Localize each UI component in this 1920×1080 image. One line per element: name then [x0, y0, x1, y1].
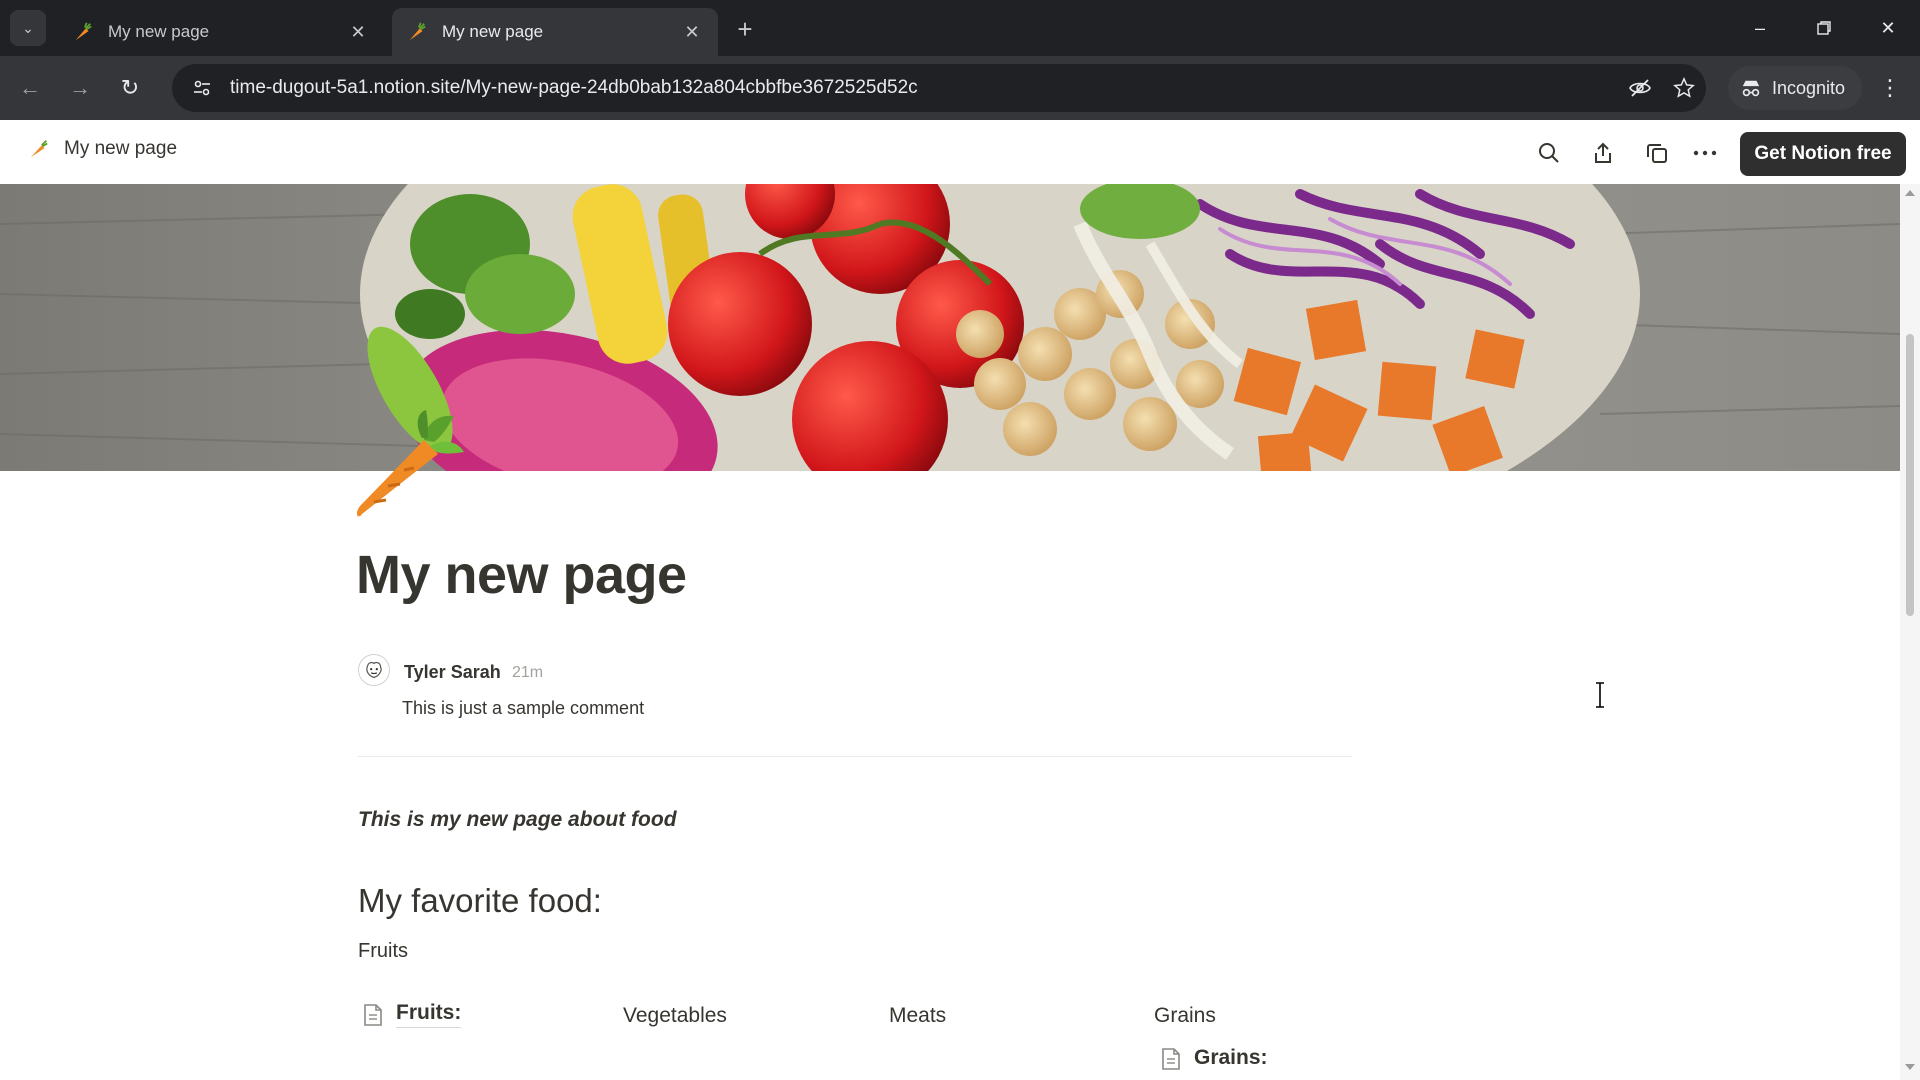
comments-divider — [358, 756, 1352, 757]
text-cursor-icon — [1596, 682, 1604, 708]
carrot-favicon-icon — [75, 22, 92, 41]
tab-title: My new page — [108, 22, 210, 41]
tab-title: My new page — [442, 22, 544, 41]
get-notion-free-button[interactable]: Get Notion free — [1740, 132, 1906, 176]
notion-topbar: My new page Get Notion free — [0, 120, 1920, 184]
close-window-button[interactable]: ✕ — [1864, 8, 1912, 48]
scroll-down-arrow-icon[interactable] — [1905, 1064, 1915, 1070]
url-text[interactable]: time-dugout-5a1.notion.site/My-new-page-… — [230, 77, 1618, 99]
minimize-button[interactable]: – — [1736, 8, 1784, 48]
forward-button[interactable]: → — [62, 70, 98, 106]
bookmark-button[interactable] — [1662, 77, 1706, 99]
breadcrumb[interactable]: My new page — [28, 138, 177, 160]
page-scrollbar[interactable] — [1900, 184, 1920, 1080]
restore-button[interactable] — [1800, 8, 1848, 48]
chevron-down-icon: ⌄ — [22, 19, 34, 36]
section-heading[interactable]: My favorite food: — [358, 882, 602, 920]
more-options-button[interactable] — [1688, 136, 1722, 170]
grains-text: Grains — [1154, 1004, 1216, 1027]
column-meats[interactable]: Meats — [889, 1004, 946, 1028]
browser-toolbar: ← → ↻ time-dugout-5a1.notion.site/My-new… — [0, 56, 1920, 120]
carrot-favicon-icon — [409, 22, 426, 41]
incognito-label: Incognito — [1772, 77, 1846, 98]
address-bar[interactable]: time-dugout-5a1.notion.site/My-new-page-… — [172, 64, 1706, 112]
close-tab-icon[interactable]: ✕ — [346, 20, 370, 44]
grains-link-label: Grains: — [1194, 1046, 1268, 1069]
paragraph-text[interactable]: Fruits — [358, 940, 408, 963]
grains-page-link[interactable]: Grains: — [1160, 1046, 1268, 1072]
search-button[interactable] — [1532, 136, 1566, 170]
duplicate-icon — [1647, 144, 1667, 163]
salad-cover-illustration — [0, 184, 1900, 471]
breadcrumb-title: My new page — [64, 138, 178, 159]
page-icon — [364, 1003, 382, 1026]
plus-icon: + — [737, 13, 753, 44]
site-info-button[interactable] — [182, 78, 222, 98]
search-icon — [1539, 143, 1559, 163]
comment-time: 21m — [512, 664, 544, 681]
eye-off-icon — [1629, 79, 1651, 97]
browser-tab-2[interactable]: My new page ✕ — [392, 8, 718, 56]
new-tab-button[interactable]: + — [730, 14, 760, 44]
column-grains[interactable]: Grains — [1154, 1004, 1216, 1028]
comment-body: This is just a sample comment — [402, 698, 645, 718]
more-vertical-icon: ⋮ — [1879, 75, 1901, 100]
scroll-up-arrow-icon[interactable] — [1905, 190, 1915, 196]
comment-author: Tyler Sarah — [404, 662, 501, 682]
browser-tab-1[interactable]: My new page ✕ — [58, 8, 384, 56]
minimize-icon: – — [1754, 17, 1765, 38]
star-icon — [1673, 77, 1695, 98]
avatar — [358, 654, 390, 686]
column-vegetables[interactable]: Vegetables — [623, 1004, 727, 1028]
intro-text[interactable]: This is my new page about food — [358, 808, 677, 832]
duplicate-button[interactable] — [1640, 136, 1674, 170]
back-button[interactable]: ← — [12, 70, 48, 106]
page-cover-image — [0, 184, 1900, 471]
carrot-page-icon[interactable] — [354, 410, 464, 522]
carrot-icon — [30, 140, 48, 158]
close-icon: ✕ — [1880, 17, 1896, 38]
more-horizontal-icon — [1693, 150, 1717, 156]
reload-icon: ↻ — [120, 75, 140, 100]
share-icon — [1595, 142, 1611, 163]
browser-tab-strip: ⌄ My new page ✕ My new page ✕ + – ✕ — [0, 0, 1920, 56]
fruits-page-link[interactable]: Fruits: — [362, 1001, 462, 1028]
scrollbar-thumb[interactable] — [1906, 334, 1914, 616]
tracking-protection-button[interactable] — [1618, 76, 1662, 100]
incognito-icon — [1742, 80, 1760, 97]
close-tab-icon[interactable]: ✕ — [680, 20, 704, 44]
incognito-indicator[interactable]: Incognito — [1728, 66, 1862, 110]
fruits-link-label: Fruits: — [396, 1001, 462, 1028]
restore-icon — [1817, 21, 1831, 35]
reload-button[interactable]: ↻ — [112, 70, 148, 106]
arrow-right-icon: → — [69, 75, 91, 100]
browser-menu-button[interactable]: ⋮ — [1872, 70, 1908, 106]
tab-search-button[interactable]: ⌄ — [10, 10, 46, 46]
arrow-left-icon: ← — [19, 75, 41, 100]
vegetables-text: Vegetables — [623, 1004, 727, 1027]
tune-icon — [194, 80, 210, 96]
page-icon — [1162, 1048, 1180, 1070]
meats-text: Meats — [889, 1004, 947, 1027]
share-button[interactable] — [1586, 136, 1620, 170]
page-title[interactable]: My new page — [356, 544, 687, 606]
